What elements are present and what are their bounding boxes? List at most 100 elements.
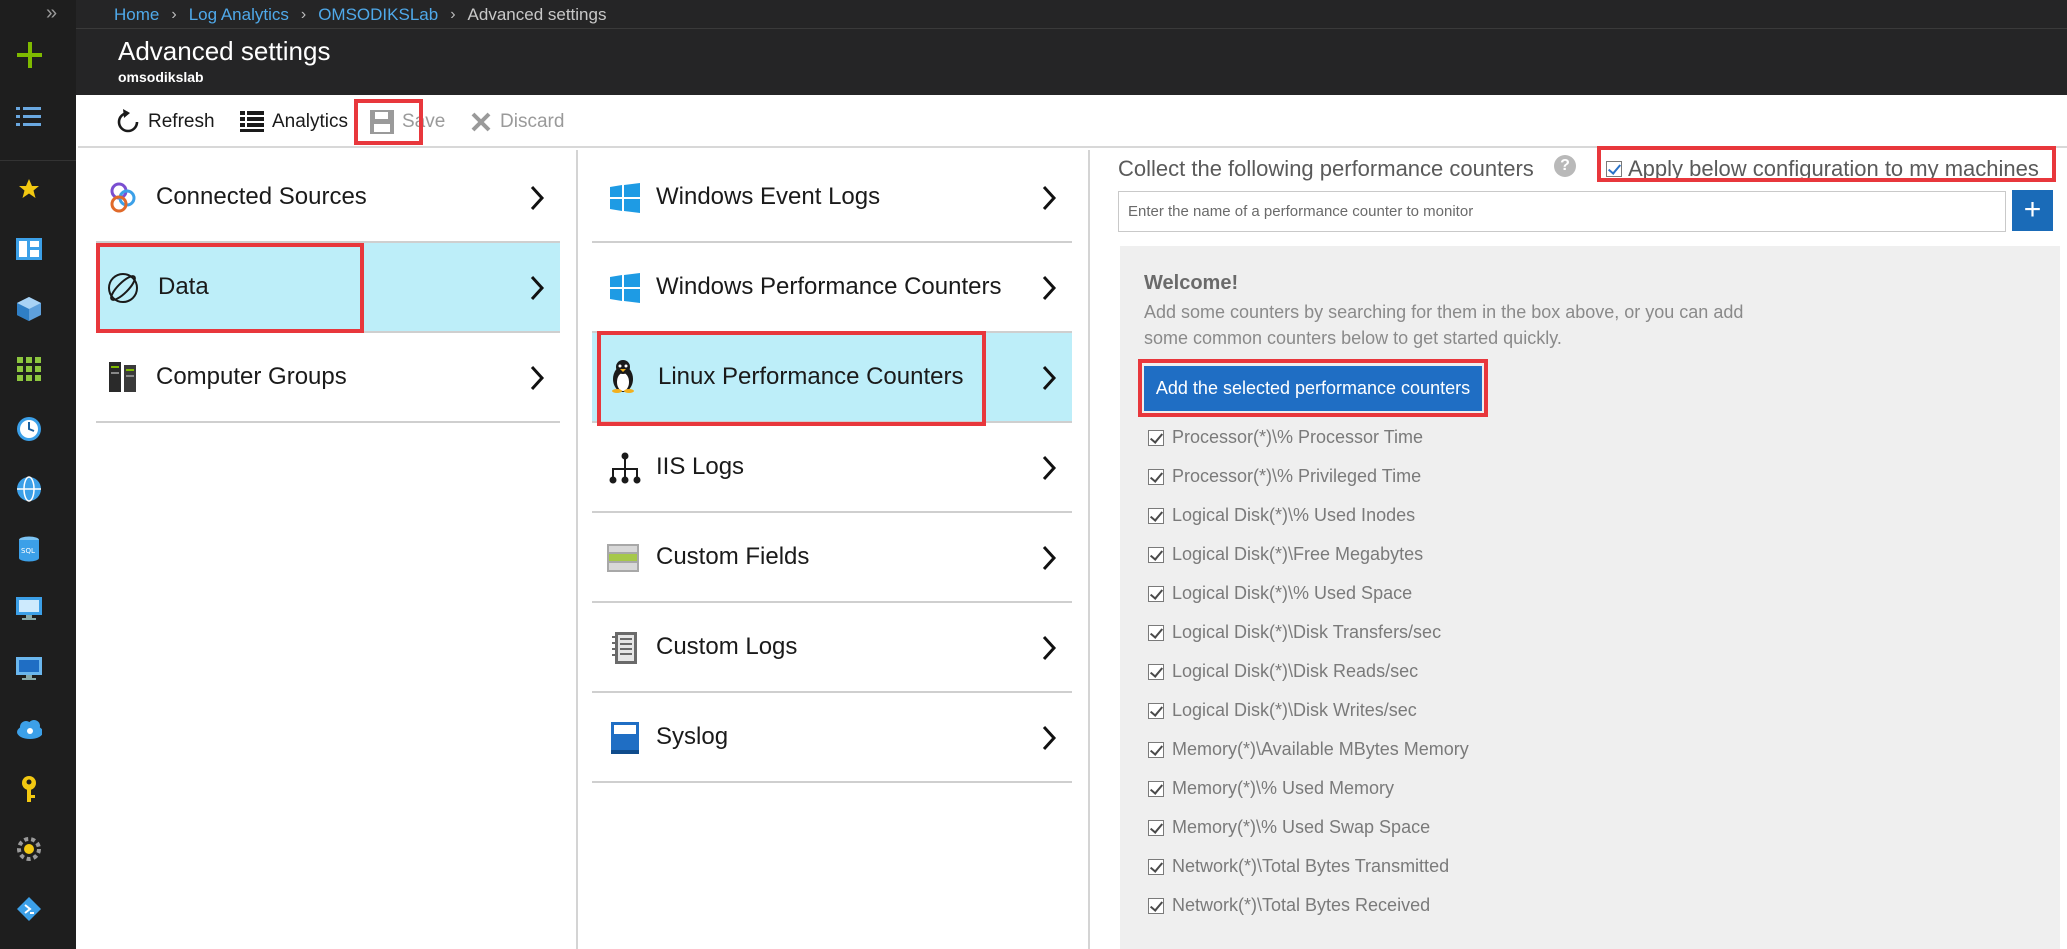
help-icon[interactable]: ? (1554, 155, 1576, 177)
chevron-right-icon (1042, 635, 1057, 661)
counter-label: Network(*)\Total Bytes Received (1172, 895, 1431, 915)
checkbox-checked-icon (1148, 741, 1164, 758)
cloud-gear-icon[interactable] (16, 716, 42, 742)
chevron-right-icon (530, 275, 545, 301)
welcome-box: Welcome! Add some counters by searching … (1120, 246, 2060, 949)
nav-item-label: Connected Sources (156, 183, 367, 210)
clock-icon[interactable] (16, 416, 42, 442)
counter-label: Network(*)\Total Bytes Transmitted (1172, 856, 1450, 876)
key-icon[interactable] (16, 776, 42, 802)
computer-groups-icon (106, 361, 140, 395)
monitor-icon[interactable] (16, 656, 42, 682)
data-highlight-box (96, 243, 364, 333)
counter-checkbox-item[interactable]: Logical Disk(*)\% Used Inodes (1148, 496, 1469, 535)
counter-label: Processor(*)\% Processor Time (1172, 427, 1424, 447)
create-icon[interactable] (16, 42, 42, 68)
checkbox-checked-icon (1148, 780, 1164, 797)
apply-config-highlight-box (1597, 146, 2056, 182)
checkbox-checked-icon (1148, 429, 1164, 446)
analytics-button[interactable]: Analytics (240, 107, 348, 137)
save-highlight-box (354, 99, 423, 145)
counter-checkbox-item[interactable]: Logical Disk(*)\Disk Transfers/sec (1148, 613, 1469, 652)
chevron-right-icon (1042, 275, 1057, 301)
counter-checkbox-item[interactable]: Memory(*)\Available MBytes Memory (1148, 730, 1469, 769)
counter-search-input[interactable] (1118, 191, 2006, 232)
discard-label: Discard (500, 111, 565, 132)
globe-icon[interactable] (16, 476, 42, 502)
breadcrumb-home[interactable]: Home (114, 5, 159, 25)
counter-label: Logical Disk(*)\% Used Space (1172, 583, 1413, 603)
settings-gear-icon[interactable] (16, 836, 42, 862)
windows-logo-icon (608, 271, 642, 305)
devops-icon[interactable] (16, 896, 42, 922)
page-title: Advanced settings (118, 36, 331, 66)
counter-checkbox-item[interactable]: Logical Disk(*)\Free Megabytes (1148, 535, 1469, 574)
nav-item-label: Computer Groups (156, 363, 347, 390)
expand-icon[interactable]: » (46, 2, 57, 25)
analytics-label: Analytics (272, 111, 349, 132)
linux-counters-highlight-box (597, 331, 986, 426)
counter-checkbox-item[interactable]: Memory(*)\% Used Memory (1148, 769, 1469, 808)
counter-label: Processor(*)\% Privileged Time (1172, 466, 1422, 486)
settings-category-panel: Connected Sources Data Computer Groups (78, 150, 578, 949)
welcome-title: Welcome! (1144, 272, 1239, 294)
counter-label: Logical Disk(*)\Disk Transfers/sec (1172, 622, 1442, 642)
discard-x-icon (471, 112, 491, 132)
breadcrumb: Home › Log Analytics › OMSODIKSLab › Adv… (114, 5, 606, 25)
nav-item-custom-logs[interactable]: Custom Logs (592, 603, 1072, 693)
refresh-button[interactable]: Refresh (116, 107, 215, 137)
breadcrumb-log-analytics[interactable]: Log Analytics (189, 5, 289, 25)
nav-item-label: IIS Logs (656, 453, 745, 480)
analytics-icon (240, 111, 264, 132)
counter-label: Logical Disk(*)\Disk Writes/sec (1172, 700, 1417, 720)
data-sources-panel: Windows Event Logs Windows Performance C… (578, 150, 1090, 949)
counter-list: Processor(*)\% Processor Time Processor(… (1148, 418, 1469, 925)
nav-item-windows-event-logs[interactable]: Windows Event Logs (592, 153, 1072, 243)
sql-database-icon[interactable]: SQL (16, 536, 42, 562)
virtual-machine-icon[interactable] (16, 596, 42, 622)
nav-item-custom-fields[interactable]: Custom Fields (592, 513, 1072, 603)
add-counter-plus-button[interactable]: + (2012, 190, 2053, 231)
dashboard-icon[interactable] (16, 236, 42, 262)
checkbox-checked-icon (1148, 585, 1164, 602)
all-services-grid-icon[interactable] (16, 356, 42, 382)
chevron-right-icon (1042, 185, 1057, 211)
counter-label: Memory(*)\% Used Swap Space (1172, 817, 1431, 837)
nav-item-windows-performance-counters[interactable]: Windows Performance Counters (592, 243, 1072, 333)
counter-label: Logical Disk(*)\Disk Reads/sec (1172, 661, 1419, 681)
counter-checkbox-item[interactable]: Network(*)\Total Bytes Transmitted (1148, 847, 1469, 886)
breadcrumb-separator-icon: › (171, 6, 177, 23)
left-rail: » SQL (0, 0, 76, 949)
counter-checkbox-item[interactable]: Network(*)\Total Bytes Received (1148, 886, 1469, 925)
nav-item-syslog[interactable]: Syslog (592, 693, 1072, 783)
counter-checkbox-item[interactable]: Memory(*)\% Used Swap Space (1148, 808, 1469, 847)
counter-checkbox-item[interactable]: Logical Disk(*)\Disk Reads/sec (1148, 652, 1469, 691)
chevron-right-icon (1042, 455, 1057, 481)
menu-icon[interactable] (16, 103, 42, 129)
breadcrumb-separator-icon: › (450, 6, 456, 23)
breadcrumb-workspace[interactable]: OMSODIKSLab (318, 5, 438, 25)
page-subtitle: omsodikslab (118, 69, 204, 85)
command-toolbar: Refresh Analytics Save Discard (78, 95, 2067, 148)
connected-sources-icon (106, 181, 140, 215)
linux-counters-config-panel: Collect the following performance counte… (1090, 146, 2067, 949)
counter-label: Memory(*)\% Used Memory (1172, 778, 1395, 798)
counter-checkbox-item[interactable]: Processor(*)\% Privileged Time (1148, 457, 1469, 496)
windows-logo-icon (608, 181, 642, 215)
favorite-star-icon[interactable] (16, 176, 42, 202)
nav-item-connected-sources[interactable]: Connected Sources (96, 153, 560, 243)
counter-checkbox-item[interactable]: Logical Disk(*)\Disk Writes/sec (1148, 691, 1469, 730)
counter-checkbox-item[interactable]: Processor(*)\% Processor Time (1148, 418, 1469, 457)
nav-item-computer-groups[interactable]: Computer Groups (96, 333, 560, 423)
resource-cube-icon[interactable] (16, 296, 42, 322)
refresh-icon (117, 109, 139, 133)
counter-checkbox-item[interactable]: Logical Disk(*)\% Used Space (1148, 574, 1469, 613)
counter-label: Memory(*)\Available MBytes Memory (1172, 739, 1469, 759)
discard-button[interactable]: Discard (470, 107, 564, 137)
nav-item-iis-logs[interactable]: IIS Logs (592, 423, 1072, 513)
checkbox-checked-icon (1148, 819, 1164, 836)
counter-label: Logical Disk(*)\Free Megabytes (1172, 544, 1424, 564)
collect-counters-label: Collect the following performance counte… (1118, 156, 1534, 181)
breadcrumb-separator-icon: › (300, 6, 307, 23)
chevron-right-icon (1042, 365, 1057, 391)
